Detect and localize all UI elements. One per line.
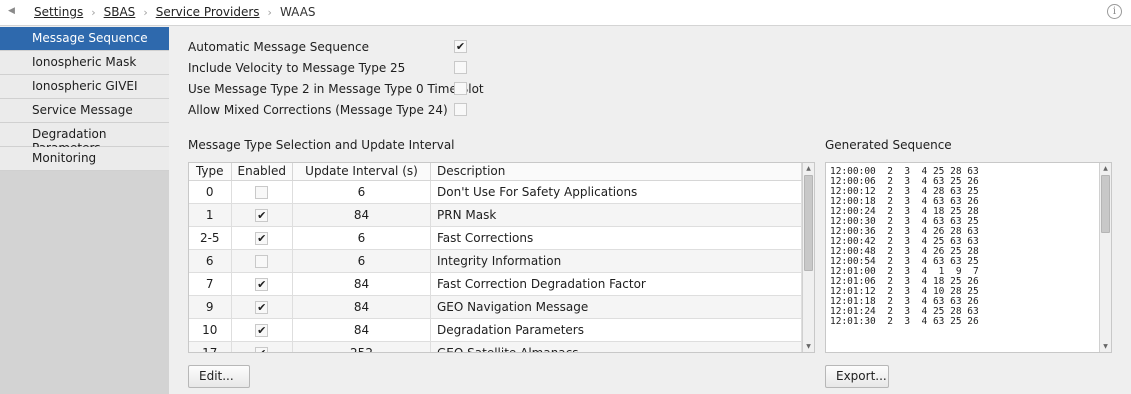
sequence-scrollbar[interactable]: ▲ ▼: [1099, 163, 1111, 352]
cell-type: 2-5: [189, 226, 232, 250]
breadcrumb-service-providers[interactable]: Service Providers: [156, 5, 260, 19]
cell-type: 6: [189, 249, 232, 273]
cell-enabled: ✔: [231, 318, 293, 342]
checkbox-use-message-type-2[interactable]: [454, 82, 467, 95]
table-body: 0 6 Don't Use For Safety Applications 1 ✔ 84 P…: [189, 180, 802, 352]
cell-update-interval[interactable]: 84: [292, 203, 431, 227]
back-arrow-icon[interactable]: ◀: [8, 6, 15, 16]
cell-type: 1: [189, 203, 232, 227]
info-icon[interactable]: i: [1107, 4, 1122, 19]
option-label-use-message-type-2: Use Message Type 2 in Message Type 0 Tim…: [188, 82, 484, 96]
table-row[interactable]: 17 ✔ 252GEO Satellite Almanacs: [189, 341, 802, 352]
table-row[interactable]: 9 ✔ 84 GEO Navigation Message: [189, 295, 802, 319]
option-label-automatic-message-sequence: Automatic Message Sequence: [188, 40, 369, 54]
scroll-down-arrow-icon[interactable]: ▼: [1100, 341, 1111, 352]
cell-description: Don't Use For Safety Applications: [430, 180, 802, 204]
checkbox-include-velocity[interactable]: [454, 61, 467, 74]
table-row[interactable]: 10 ✔ 84 Degradation Parameters: [189, 318, 802, 342]
enabled-checkbox[interactable]: [255, 185, 269, 199]
table-header-row: Type Enabled Update Interval (s) Descrip…: [189, 163, 802, 181]
sidebar-item-monitoring[interactable]: Monitoring: [0, 147, 169, 171]
table-row[interactable]: 2-5 ✔ 6 Fast Corrections: [189, 226, 802, 250]
cell-description: GEO Satellite Almanacs: [430, 341, 802, 352]
cell-type: 10: [189, 318, 232, 342]
cell-enabled: [231, 180, 293, 204]
cell-enabled: ✔: [231, 203, 293, 227]
enabled-checkbox[interactable]: ✔: [255, 300, 269, 314]
message-table-title: Message Type Selection and Update Interv…: [188, 138, 455, 152]
table-scrollbar[interactable]: ▲ ▼: [802, 163, 814, 352]
export-button[interactable]: Export...: [825, 365, 889, 388]
cell-update-interval[interactable]: 6: [292, 249, 431, 273]
breadcrumb-separator-icon: ›: [143, 5, 148, 19]
column-header-enabled[interactable]: Enabled: [231, 163, 293, 181]
cell-description: Fast Correction Degradation Factor: [430, 272, 802, 296]
breadcrumb-sbas[interactable]: SBAS: [104, 5, 136, 19]
cell-update-interval[interactable]: 6: [292, 180, 431, 204]
sidebar-item-ionospheric-givei[interactable]: Ionospheric GIVEI: [0, 75, 169, 99]
column-header-type[interactable]: Type: [189, 163, 232, 181]
cell-description: Degradation Parameters: [430, 318, 802, 342]
enabled-checkbox[interactable]: ✔: [255, 208, 269, 222]
enabled-checkbox[interactable]: ✔: [255, 277, 269, 291]
table-row[interactable]: 0 6 Don't Use For Safety Applications: [189, 180, 802, 204]
column-header-description[interactable]: Description: [430, 163, 802, 181]
cell-type: 7: [189, 272, 232, 296]
generated-sequence-title: Generated Sequence: [825, 138, 952, 152]
enabled-checkbox[interactable]: ✔: [255, 323, 269, 337]
checkbox-allow-mixed-corrections[interactable]: [454, 103, 467, 116]
cell-enabled: ✔: [231, 272, 293, 296]
enabled-checkbox[interactable]: [255, 254, 269, 268]
table-row[interactable]: 1 ✔ 84 PRN Mask: [189, 203, 802, 227]
cell-description: Integrity Information: [430, 249, 802, 273]
cell-enabled: ✔: [231, 341, 293, 352]
cell-update-interval[interactable]: 84: [292, 272, 431, 296]
generated-sequence-lines: 12:00:00 2 3 4 25 28 63 12:00:06 2 3 4 63…: [830, 167, 979, 327]
cell-enabled: ✔: [231, 226, 293, 250]
cell-type: 17: [189, 341, 232, 352]
sidebar-item-service-message[interactable]: Service Message: [0, 99, 169, 123]
table-row[interactable]: 7 ✔ 84 Fast Correction Degradation Factor: [189, 272, 802, 296]
checkbox-automatic-message-sequence[interactable]: ✔: [454, 40, 467, 53]
scroll-up-arrow-icon[interactable]: ▲: [1100, 163, 1111, 174]
sidebar-item-message-sequence[interactable]: Message Sequence: [0, 27, 169, 51]
cell-update-interval[interactable]: 84: [292, 318, 431, 342]
cell-enabled: [231, 249, 293, 273]
cell-description: GEO Navigation Message: [430, 295, 802, 319]
option-label-include-velocity: Include Velocity to Message Type 25: [188, 61, 406, 75]
breadcrumb-settings[interactable]: Settings: [34, 5, 83, 19]
breadcrumb-separator-icon: ›: [91, 5, 96, 19]
cell-type: 9: [189, 295, 232, 319]
cell-enabled: ✔: [231, 295, 293, 319]
scroll-down-arrow-icon[interactable]: ▼: [803, 341, 814, 352]
table-row[interactable]: 6 6 Integrity Information: [189, 249, 802, 273]
sidebar-item-ionospheric-mask[interactable]: Ionospheric Mask: [0, 51, 169, 75]
cell-description: PRN Mask: [430, 203, 802, 227]
sequence-line: 12:01:30 2 3 4 63 25 26: [830, 316, 979, 327]
sidebar: Message Sequence Ionospheric Mask Ionosp…: [0, 27, 169, 394]
cell-update-interval[interactable]: 6: [292, 226, 431, 250]
enabled-checkbox[interactable]: ✔: [255, 346, 269, 352]
main-panel: Automatic Message Sequence ✔ Include Vel…: [170, 27, 1131, 394]
cell-description: Fast Corrections: [430, 226, 802, 250]
breadcrumb: Settings › SBAS › Service Providers › WA…: [34, 5, 316, 19]
message-type-table: Type Enabled Update Interval (s) Descrip…: [188, 162, 815, 353]
cell-type: 0: [189, 180, 232, 204]
breadcrumb-separator-icon: ›: [267, 5, 272, 19]
cell-update-interval[interactable]: 84: [292, 295, 431, 319]
enabled-checkbox[interactable]: ✔: [255, 231, 269, 245]
edit-button[interactable]: Edit...: [188, 365, 250, 388]
column-header-update-interval[interactable]: Update Interval (s): [292, 163, 431, 181]
generated-sequence-list[interactable]: 12:00:00 2 3 4 25 28 63 12:00:06 2 3 4 63…: [825, 162, 1112, 353]
cell-update-interval[interactable]: 252: [292, 341, 431, 352]
table-scrollbar-thumb[interactable]: [804, 175, 813, 271]
option-label-allow-mixed-corrections: Allow Mixed Corrections (Message Type 24…: [188, 103, 448, 117]
breadcrumb-current: WAAS: [279, 5, 316, 19]
sidebar-item-degradation-parameters[interactable]: Degradation Parameters: [0, 123, 169, 155]
sequence-scrollbar-thumb[interactable]: [1101, 175, 1110, 233]
breadcrumb-bar: ◀ Settings › SBAS › Service Providers › …: [0, 0, 1131, 26]
scroll-up-arrow-icon[interactable]: ▲: [803, 163, 814, 174]
